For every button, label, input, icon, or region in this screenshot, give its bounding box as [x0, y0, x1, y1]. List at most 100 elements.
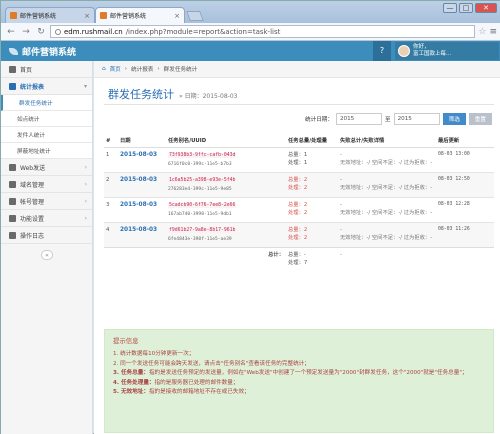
new-tab-button[interactable]	[186, 11, 204, 21]
breadcrumb-home-icon[interactable]: ⌂	[102, 66, 106, 72]
browser-tab-1[interactable]: 邮件营销系统 ×	[5, 7, 95, 23]
col-header-task: 任务别名/UUID	[166, 133, 286, 148]
chevron-right-icon: ›	[84, 214, 87, 222]
divider	[104, 104, 494, 105]
filter-button[interactable]: 筛选	[442, 113, 466, 125]
gear-icon	[9, 180, 16, 188]
sidebar-item-accounts[interactable]: 帐号管理 ›	[1, 193, 92, 210]
date-to-input[interactable]: 2015	[393, 113, 440, 125]
maximize-button[interactable]: □	[459, 3, 473, 13]
sidebar-item-reports[interactable]: 统计报表 ▾	[1, 78, 92, 95]
task-processed: 处理：1	[288, 160, 308, 166]
task-uuid: 6716f0c0-399c-11e5-b7b3	[168, 162, 232, 167]
summary-total: 总量：-	[288, 252, 306, 258]
col-header-num: #	[104, 133, 118, 148]
chevron-right-icon: ›	[84, 180, 87, 188]
row-num: 3	[104, 197, 118, 223]
task-total: 总量：2	[288, 177, 308, 183]
user-menu[interactable]: 你好， 富工国款上每...	[395, 42, 499, 60]
logo-icon	[9, 47, 18, 55]
row-date-link[interactable]: 2015-08-03	[120, 177, 157, 183]
bookmark-star-icon[interactable]: ☆	[478, 27, 486, 37]
sidebar-subitem-blocked-stats[interactable]: 屏蔽地址统计	[1, 143, 92, 159]
sidebar-item-logs[interactable]: 操作日志	[1, 227, 92, 244]
breadcrumb-separator: ›	[157, 66, 160, 72]
chart-icon	[9, 82, 16, 90]
url-domain: edm.rushmail.cn	[64, 27, 123, 36]
last-updated: 08-03 12:50	[436, 172, 494, 198]
url-field[interactable]: edm.rushmail.cn/index.php?module=report&…	[50, 25, 476, 38]
last-updated: 08-03 13:00	[436, 147, 494, 173]
favicon-icon	[10, 12, 17, 19]
last-updated: 08-03 12:28	[436, 197, 494, 223]
reset-button[interactable]: 重置	[468, 113, 492, 125]
browser-tab-2[interactable]: 邮件营销系统 ×	[95, 7, 185, 23]
sidebar-item-web-send[interactable]: Web发送 ›	[1, 159, 92, 176]
summary-processed: 处理：7	[288, 260, 308, 266]
info-text: 指的是发送任务预定的发送量，例如在"Web发送"中创建了一个预定发送量为"200…	[148, 370, 468, 377]
fail-detail: 无效地址：-/ 空间不足：-/ 过为拒收：-	[340, 210, 433, 216]
chevron-right-icon: ›	[84, 163, 87, 171]
brand-title: 邮件营销系统	[22, 47, 77, 58]
help-button[interactable]: ?	[373, 41, 391, 61]
sidebar-subitem-click-stats[interactable]: 如点统计	[1, 111, 92, 127]
row-num: 1	[104, 147, 118, 173]
row-date-link[interactable]: 2015-08-03	[120, 202, 157, 208]
sidebar-item-label: 帐号管理	[20, 198, 45, 206]
sidebar-item-domains[interactable]: 域名管理 ›	[1, 176, 92, 193]
globe-icon	[9, 163, 16, 171]
minimize-button[interactable]: —	[443, 3, 457, 13]
url-path: /index.php?module=report&action=task-lis…	[125, 27, 281, 36]
browser-window: 邮件营销系统 × 邮件营销系统 × — □ ✕ ← → ↻ edm.rushma…	[0, 0, 500, 434]
subitem-label: 发件人统计	[17, 132, 45, 139]
forward-icon[interactable]: →	[20, 27, 32, 37]
task-alias-link[interactable]: 1c6a5b25-a398-e93e-5f4b	[168, 178, 237, 183]
sidebar-collapse-button[interactable]: «	[41, 250, 53, 260]
page-title: 群发任务统计	[108, 88, 174, 101]
info-key: 4. 任务处理量：	[113, 379, 155, 386]
breadcrumb-current: 群发任务统计	[163, 67, 198, 73]
subitem-label: 群发任务统计	[19, 100, 53, 107]
close-tab-icon[interactable]: ×	[84, 12, 90, 20]
sidebar-subitem-task-stats[interactable]: 群发任务统计	[1, 95, 92, 111]
sidebar-item-settings[interactable]: 功能设置 ›	[1, 210, 92, 227]
fail-total: -	[340, 227, 342, 233]
task-alias-link[interactable]: 5cadcb90-6f76-7ee8-2e66	[168, 203, 237, 208]
breadcrumb-reports[interactable]: 统计报表	[131, 65, 153, 73]
back-icon[interactable]: ←	[5, 27, 17, 37]
avatar	[398, 45, 410, 57]
row-date-link[interactable]: 2015-08-03	[120, 152, 157, 158]
table-header-row: # 日期 任务别名/UUID 任务总量/处理量 失败总计/失败详情 最后更新	[104, 133, 494, 148]
brand[interactable]: 邮件营销系统	[1, 45, 181, 58]
close-tab-icon[interactable]: ×	[174, 12, 180, 20]
reload-icon[interactable]: ↻	[35, 27, 47, 37]
summary-fail: -	[338, 247, 436, 270]
sidebar: 首页 统计报表 ▾ 群发任务统计 如点统计 发件人统计 屏蔽地址统计 Web发送…	[1, 61, 93, 434]
table-row: 3 2015-08-03 5cadcb90-6f76-7ee8-2e66 167a…	[104, 197, 494, 223]
page-info-icon	[55, 28, 61, 35]
table-row: 1 2015-08-03 73f938b3-9ffc-cafb-043d 6716…	[104, 147, 494, 173]
info-text: 1. 统计数据每10分钟更新一次；	[113, 351, 195, 357]
chevron-down-icon: ▾	[83, 82, 87, 90]
date-filter: 统计日期： 2015 至 2015 筛选 重置	[305, 113, 492, 125]
browser-menu-icon[interactable]: ≡	[489, 27, 497, 37]
fail-total: -	[340, 202, 342, 208]
close-window-button[interactable]: ✕	[475, 3, 497, 13]
breadcrumb-home[interactable]: 首页	[110, 65, 121, 73]
task-alias-link[interactable]: f9d61b27-9a8e-8b17-961b	[168, 228, 237, 233]
task-alias-link[interactable]: 73f938b3-9ffc-cafb-043d	[168, 153, 237, 158]
breadcrumb: ⌂ 首页 › 统计报表 › 群发任务统计	[94, 61, 500, 78]
col-header-date[interactable]: 日期	[118, 133, 166, 148]
sidebar-item-home[interactable]: 首页	[1, 61, 92, 78]
info-item: 2. 同一个发送任务可能会跨天发送，请点击"任务别名"查看该任务的完整统计；	[113, 360, 485, 370]
task-processed: 处理：2	[288, 235, 308, 241]
date-from-input[interactable]: 2015	[335, 113, 382, 125]
sidebar-subitem-sender-stats[interactable]: 发件人统计	[1, 127, 92, 143]
task-total: 总量：2	[288, 227, 308, 233]
sidebar-item-label: 首页	[20, 66, 33, 74]
info-item: 1. 统计数据每10分钟更新一次；	[113, 350, 485, 360]
col-header-updated: 最后更新	[436, 133, 494, 148]
fail-detail: 无效地址：-/ 空间不足：-/ 过为拒收：-	[340, 160, 433, 166]
task-uuid: 167ab740-3998-11e5-9db1	[168, 212, 232, 217]
row-date-link[interactable]: 2015-08-03	[120, 227, 157, 233]
